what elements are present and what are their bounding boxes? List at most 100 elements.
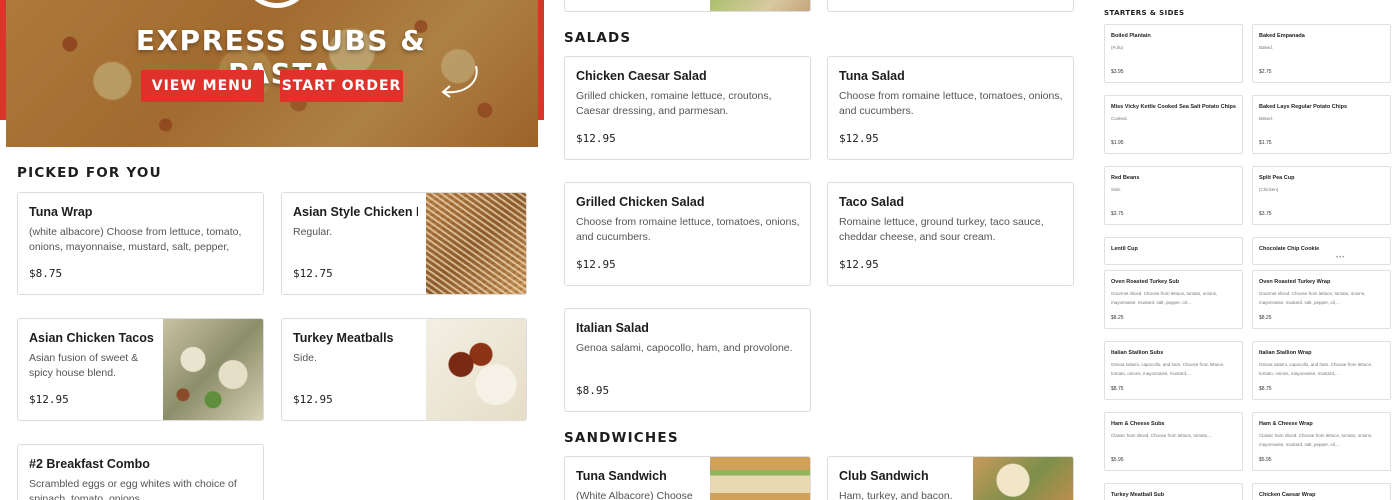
item-price: $3.75 [1111, 211, 1124, 217]
item-description: Gourmet sliced. Choose from lettuce, tom… [1111, 291, 1218, 305]
item-price: $5.95 [1111, 457, 1124, 463]
mini-menu-item[interactable]: Italian Stallion Wrap Genoa salami, capo… [1252, 341, 1391, 400]
item-description: Classic ham sliced. Choose from lettuce,… [1111, 433, 1213, 438]
item-price: $8.95 [576, 384, 610, 397]
carousel-dots-icon: ••• [1336, 255, 1346, 261]
mini-menu-item[interactable]: Baked Empanada Baked. $2.75 [1252, 24, 1391, 83]
item-name: Italian Stallion Wrap [1259, 350, 1312, 356]
item-description: Genoa salami, capocollo, and ham. Choose… [1111, 362, 1225, 376]
item-name: Oven Roasted Turkey Wrap [1259, 279, 1331, 285]
item-name: Oven Roasted Turkey Sub [1111, 279, 1180, 285]
section-title-picked-for-you: PICKED FOR YOU [17, 165, 162, 181]
item-photo [426, 319, 526, 420]
curved-arrow-icon [441, 65, 478, 98]
item-price: $12.95 [839, 258, 879, 271]
item-photo [973, 457, 1073, 500]
item-description: Cooked. [1111, 116, 1128, 121]
menu-item-card[interactable]: Tuna Salad Choose from romaine lettuce, … [827, 56, 1074, 160]
menu-item-card[interactable]: Club Sandwich Ham, turkey, and bacon. [827, 456, 1074, 500]
item-description: Side. [1111, 187, 1122, 192]
menu-item-card[interactable]: #2 Breakfast Combo Scrambled eggs or egg… [17, 444, 264, 500]
item-price: $12.95 [576, 132, 616, 145]
item-price: $12.95 [576, 258, 616, 271]
item-photo [163, 319, 263, 420]
item-name: Chocolate Chip Cookie [1259, 246, 1320, 252]
item-name: Asian Style Chicken Noodles [293, 205, 418, 219]
menu-item-card[interactable]: Tuna Wrap (white albacore) Choose from l… [17, 192, 264, 295]
item-price: $12.95 [29, 393, 69, 406]
mini-menu-item[interactable]: Baked Lays Regular Potato Chips Baked. $… [1252, 95, 1391, 154]
item-description: Asian fusion of sweet & spicy house blen… [29, 352, 139, 379]
menu-item-card[interactable] [827, 0, 1074, 12]
item-description: (Chicken) [1259, 187, 1279, 192]
item-price: $2.75 [1259, 69, 1272, 75]
item-photo [710, 457, 810, 500]
item-description: Classic ham sliced. Choose from lettuce,… [1259, 433, 1373, 447]
item-name: Tuna Sandwich [576, 469, 667, 483]
item-price: $8.75 [1259, 386, 1272, 392]
item-name: Grilled Chicken Salad [576, 195, 705, 209]
item-description: Choose from romaine lettuce, tomatoes, o… [839, 90, 1063, 117]
item-description: Ham, turkey, and bacon. [839, 490, 953, 500]
hero-accent-right [538, 0, 544, 120]
item-description: Baked. [1259, 116, 1274, 121]
mini-menu-item[interactable]: Oven Roasted Turkey Sub Gourmet sliced. … [1104, 270, 1243, 329]
section-title-salads: SALADS [564, 30, 632, 46]
mini-menu-item[interactable]: Split Pea Cup (Chicken) $3.75 [1252, 166, 1391, 225]
item-price: $3.95 [1111, 69, 1124, 75]
item-description: (Fufu) [1111, 45, 1124, 50]
item-description: Choose from romaine lettuce, tomatoes, o… [576, 216, 800, 243]
item-price: $1.95 [1111, 140, 1124, 146]
item-name: Asian Chicken Tacos [29, 331, 154, 345]
mini-menu-item[interactable]: Boiled Plantain (Fufu) $3.95 [1104, 24, 1243, 83]
mini-menu-item[interactable]: Chicken Caesar Wrap [1252, 483, 1391, 500]
item-name: Club Sandwich [839, 469, 929, 483]
item-price: $8.25 [1259, 315, 1272, 321]
view-menu-button[interactable]: VIEW MENU [141, 70, 264, 102]
item-price: $8.75 [1111, 386, 1124, 392]
start-order-button[interactable]: START ORDER [280, 70, 403, 102]
item-name: Taco Salad [839, 195, 905, 209]
item-name: Turkey Meatball Sub [1111, 492, 1165, 498]
mini-menu-item[interactable]: Ham & Cheese Subs Classic ham sliced. Ch… [1104, 412, 1243, 471]
item-name: Italian Stallion Subs [1111, 350, 1164, 356]
menu-item-card[interactable]: Tuna Sandwich (White Albacore) Choose [564, 456, 811, 500]
item-price: $8.75 [29, 267, 63, 280]
menu-item-card[interactable]: Grilled Chicken Salad Choose from romain… [564, 182, 811, 286]
mini-menu-item[interactable]: Ham & Cheese Wrap Classic ham sliced. Ch… [1252, 412, 1391, 471]
item-name: Tuna Wrap [29, 205, 93, 219]
mini-menu-item[interactable]: Turkey Meatball Sub [1104, 483, 1243, 500]
item-name: Boiled Plantain [1111, 33, 1151, 39]
menu-item-card[interactable]: Asian Chicken Tacos Asian fusion of swee… [17, 318, 264, 421]
menu-item-card[interactable]: Turkey Meatballs Side. $12.95 [281, 318, 527, 421]
menu-item-card[interactable]: Italian Salad Genoa salami, capocollo, h… [564, 308, 811, 412]
item-name: Miss Vicky Kettle Cooked Sea Salt Potato… [1111, 104, 1236, 110]
item-photo [710, 0, 810, 11]
item-description: Genoa salami, capocollo, and ham. Choose… [1259, 362, 1373, 376]
menu-item-card[interactable]: Asian Style Chicken Noodles Regular. $12… [281, 192, 527, 295]
item-description: Scrambled eggs or egg whites with choice… [29, 478, 237, 500]
item-name: Italian Salad [576, 321, 649, 335]
mini-menu-item[interactable]: Italian Stallion Subs Genoa salami, capo… [1104, 341, 1243, 400]
item-description: Genoa salami, capocollo, ham, and provol… [576, 342, 793, 354]
item-name: Split Pea Cup [1259, 175, 1295, 181]
item-price: $3.75 [1259, 211, 1272, 217]
item-name: Red Beans [1111, 175, 1140, 181]
section-title-starters-sides: STARTERS & SIDES [1104, 9, 1185, 17]
item-photo [426, 193, 526, 294]
item-description: Romaine lettuce, ground turkey, taco sau… [839, 216, 1044, 243]
item-name: Ham & Cheese Subs [1111, 421, 1165, 427]
menu-item-card[interactable]: Taco Salad Romaine lettuce, ground turke… [827, 182, 1074, 286]
mini-menu-item[interactable]: Lentil Cup [1104, 237, 1243, 265]
mini-menu-item[interactable]: Miss Vicky Kettle Cooked Sea Salt Potato… [1104, 95, 1243, 154]
item-name: Tuna Salad [839, 69, 905, 83]
mini-menu-item[interactable]: Oven Roasted Turkey Wrap Gourmet sliced.… [1252, 270, 1391, 329]
item-description: Baked. [1259, 45, 1274, 50]
item-price: $12.95 [839, 132, 879, 145]
menu-item-card[interactable] [564, 0, 811, 12]
mini-menu-item[interactable]: Chocolate Chip Cookie [1252, 237, 1391, 265]
item-description: (White Albacore) Choose [576, 490, 693, 500]
menu-item-card[interactable]: Chicken Caesar Salad Grilled chicken, ro… [564, 56, 811, 160]
mini-menu-item[interactable]: Red Beans Side. $3.75 [1104, 166, 1243, 225]
item-name: Baked Lays Regular Potato Chips [1259, 104, 1348, 110]
